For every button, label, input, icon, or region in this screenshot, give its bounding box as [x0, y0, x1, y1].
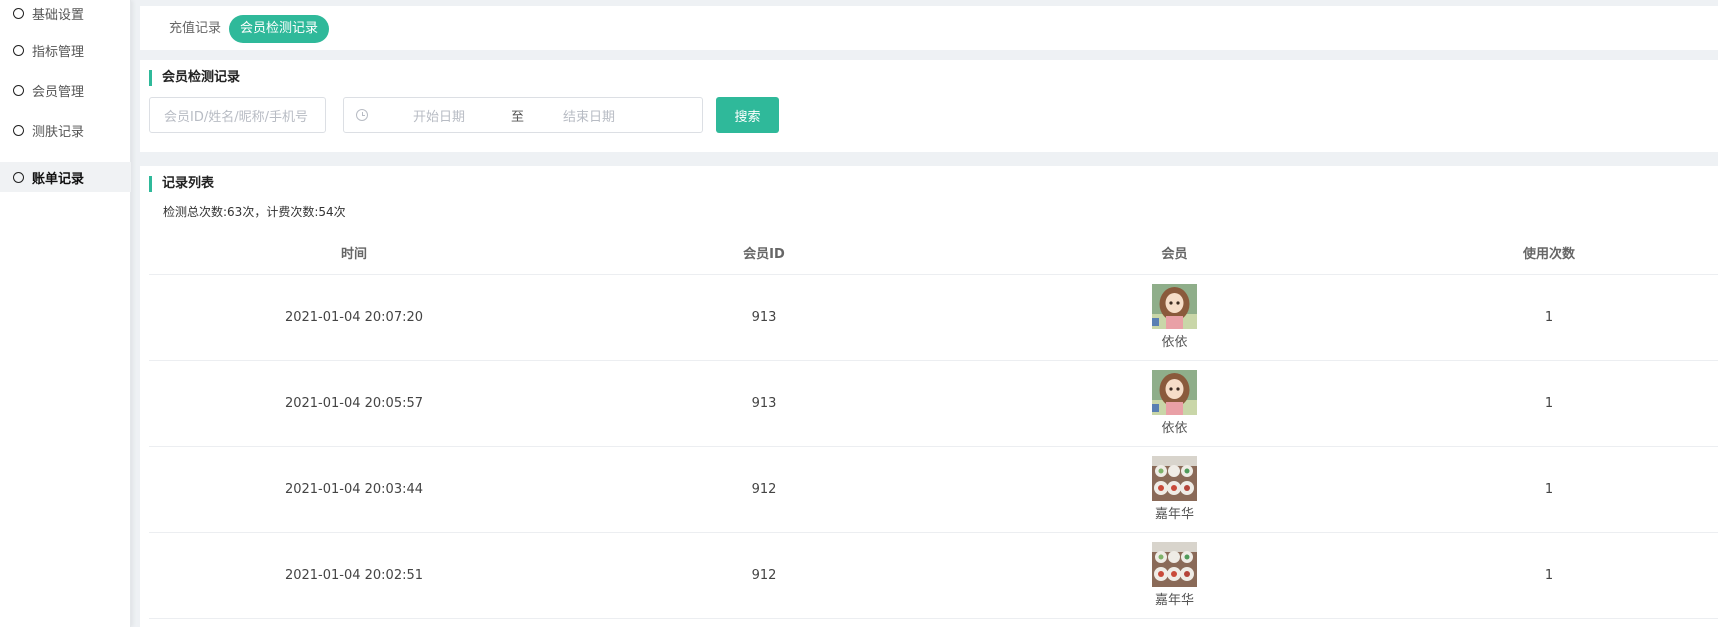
- table-row: 2021-01-04 20:05:57 913 依依 1: [149, 360, 1718, 447]
- records-summary: 检测总次数:63次，计费次数:54次: [163, 205, 346, 219]
- row-member-id: 913: [559, 274, 969, 361]
- start-date-input[interactable]: 开始日期: [413, 106, 465, 125]
- table-row: 2021-01-04 20:02:51 912 嘉年华 1: [149, 532, 1718, 619]
- column-header-member: 会员: [969, 231, 1380, 275]
- sidebar-item-members[interactable]: 会员管理: [0, 75, 131, 105]
- column-header-member-id: 会员ID: [559, 231, 969, 275]
- search-button[interactable]: 搜索: [716, 97, 779, 133]
- range-separator: 至: [511, 109, 525, 125]
- sidebar-item-label: 基础设置: [32, 7, 85, 23]
- table-row: 2021-01-04 20:03:44 912 嘉年华 1: [149, 446, 1718, 533]
- circle-icon: [13, 44, 24, 56]
- sidebar-item-basic-settings[interactable]: 基础设置: [0, 0, 131, 28]
- date-range-picker[interactable]: 开始日期 至 结束日期: [343, 97, 703, 133]
- member-cell: 嘉年华: [969, 456, 1380, 522]
- row-time: 2021-01-04 20:05:57: [149, 360, 559, 447]
- records-panel: 记录列表 检测总次数:63次，计费次数:54次 时间 会员ID 会员 使用次数 …: [140, 166, 1718, 627]
- sidebar: 基础设置 指标管理 会员管理 测肤记录 账单记录: [0, 0, 131, 627]
- member-name: 嘉年华: [1154, 593, 1194, 608]
- search-section-title: 会员检测记录: [149, 70, 240, 86]
- member-search-input[interactable]: 会员ID/姓名/昵称/手机号: [149, 97, 326, 133]
- row-member: 嘉年华: [969, 446, 1380, 533]
- row-usage-count: 1: [1380, 360, 1718, 447]
- column-header-time: 时间: [149, 231, 559, 275]
- row-member: 嘉年华: [969, 532, 1380, 619]
- row-time: 2021-01-04 20:07:20: [149, 274, 559, 361]
- cups-avatar: [1152, 542, 1197, 587]
- table-row: 2021-01-04 20:07:20 913 依依 1: [149, 274, 1718, 361]
- sidebar-item-label: 账单记录: [32, 171, 85, 187]
- member-cell: 依依: [969, 284, 1380, 350]
- member-cell: 依依: [969, 370, 1380, 436]
- row-time: 2021-01-04 20:03:44: [149, 446, 559, 533]
- row-usage-count: 1: [1380, 446, 1718, 533]
- girl-avatar: [1152, 370, 1197, 415]
- sidebar-item-skin-tests[interactable]: 测肤记录: [0, 115, 131, 145]
- records-table: 时间 会员ID 会员 使用次数 2021-01-04 20:07:20 913 依依…: [149, 231, 1718, 619]
- girl-avatar: [1152, 284, 1197, 329]
- sidebar-item-label: 指标管理: [32, 44, 85, 60]
- row-member-id: 912: [559, 446, 969, 533]
- member-name: 依依: [1161, 421, 1188, 436]
- column-header-usage-count: 使用次数: [1380, 231, 1718, 275]
- cups-avatar: [1152, 456, 1197, 501]
- member-cell: 嘉年华: [969, 542, 1380, 608]
- sidebar-item-indicators[interactable]: 指标管理: [0, 35, 131, 65]
- row-member-id: 913: [559, 360, 969, 447]
- member-name: 嘉年华: [1154, 507, 1194, 522]
- sidebar-item-label: 会员管理: [32, 84, 85, 100]
- end-date-input[interactable]: 结束日期: [563, 106, 615, 125]
- row-member: 依依: [969, 274, 1380, 361]
- row-member-id: 912: [559, 532, 969, 619]
- circle-icon: [13, 84, 24, 96]
- table-header-row: 时间 会员ID 会员 使用次数: [149, 231, 1718, 275]
- row-member: 依依: [969, 360, 1380, 447]
- clock-icon: [356, 109, 368, 121]
- search-panel: 会员检测记录 会员ID/姓名/昵称/手机号 开始日期 至 结束日期 搜索: [140, 60, 1718, 152]
- member-search-placeholder: 会员ID/姓名/昵称/手机号: [164, 109, 308, 125]
- row-time: 2021-01-04 20:02:51: [149, 532, 559, 619]
- sidebar-item-bills[interactable]: 账单记录: [0, 162, 131, 192]
- sidebar-item-label: 测肤记录: [32, 124, 85, 140]
- circle-icon: [13, 7, 24, 19]
- circle-icon: [13, 171, 24, 183]
- tab-recharge-records[interactable]: 充值记录: [158, 15, 232, 43]
- circle-icon: [13, 124, 24, 136]
- tab-member-test-records[interactable]: 会员检测记录: [229, 15, 330, 43]
- tabs-bar: 充值记录 会员检测记录: [140, 6, 1718, 50]
- member-name: 依依: [1161, 335, 1188, 350]
- row-usage-count: 1: [1380, 532, 1718, 619]
- list-section-title: 记录列表: [149, 176, 214, 192]
- row-usage-count: 1: [1380, 274, 1718, 361]
